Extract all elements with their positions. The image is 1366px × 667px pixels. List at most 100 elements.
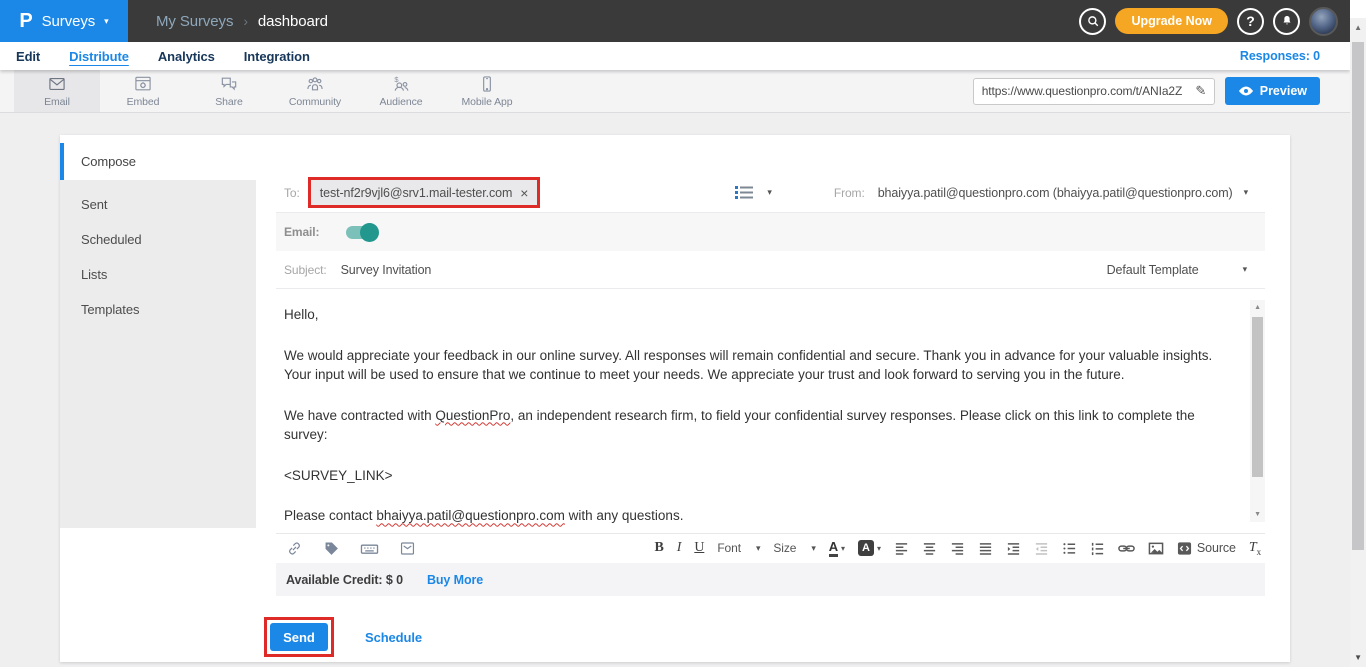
size-caret-icon: ▾ bbox=[811, 543, 815, 554]
credit-bar: Available Credit: $ 0 Buy More bbox=[276, 563, 1265, 596]
insert-link-icon[interactable] bbox=[1118, 542, 1135, 555]
email-toggle-row: Email: bbox=[276, 213, 1265, 251]
send-row: Send Schedule bbox=[276, 617, 1265, 657]
top-header: P Surveys ▾ My Surveys › dashboard Upgra… bbox=[0, 0, 1350, 42]
align-justify-icon[interactable] bbox=[978, 541, 993, 556]
breadcrumb-my-surveys[interactable]: My Surveys bbox=[156, 13, 233, 30]
scroll-up-icon[interactable]: ▲ bbox=[1250, 304, 1265, 311]
buy-more-link[interactable]: Buy More bbox=[427, 573, 483, 587]
from-address[interactable]: bhaiyya.patil@questionpro.com (bhaiyya.p… bbox=[878, 186, 1233, 200]
tab-analytics[interactable]: Analytics bbox=[158, 49, 215, 64]
paid-audience-icon: $ bbox=[391, 74, 411, 94]
numbered-list-icon[interactable] bbox=[1090, 541, 1105, 556]
sidebar-group: Sent Scheduled Lists Templates bbox=[60, 180, 256, 528]
sidebar-item-label: Templates bbox=[81, 302, 139, 317]
preview-button[interactable]: Preview bbox=[1225, 77, 1320, 105]
remove-format-button[interactable]: Tx bbox=[1249, 541, 1261, 557]
survey-url-input[interactable]: https://www.questionpro.com/t/ANIa2Z bbox=[974, 84, 1188, 98]
recipient-email: test-nf2r9vjl6@srv1.mail-tester.com bbox=[320, 186, 513, 200]
sidebar-item-label: Lists bbox=[81, 267, 107, 282]
scroll-down-icon[interactable]: ▼ bbox=[1250, 511, 1265, 518]
template-dropdown[interactable]: Default Template bbox=[1107, 263, 1199, 277]
page-scrollbar-thumb[interactable] bbox=[1352, 42, 1364, 550]
editor-scrollbar-thumb[interactable] bbox=[1252, 317, 1263, 477]
page-scrollbar-track[interactable]: ▲ ▼ bbox=[1350, 18, 1366, 667]
insert-survey-link-icon[interactable] bbox=[286, 540, 303, 557]
user-avatar[interactable] bbox=[1309, 7, 1338, 36]
email-toggle-label: Email: bbox=[284, 225, 319, 239]
notifications-button[interactable] bbox=[1273, 8, 1300, 35]
email-template-icon[interactable] bbox=[399, 540, 416, 557]
merge-tag-icon[interactable] bbox=[323, 540, 340, 557]
tab-edit[interactable]: Edit bbox=[16, 49, 40, 64]
recipient-list-button[interactable] bbox=[735, 185, 754, 200]
preview-label: Preview bbox=[1260, 84, 1307, 98]
text-color-button[interactable]: A▾ bbox=[829, 540, 845, 557]
tab-distribute[interactable]: Distribute bbox=[69, 49, 129, 64]
align-center-icon[interactable] bbox=[922, 541, 937, 556]
channel-community[interactable]: Community bbox=[272, 70, 358, 112]
body-paragraph-3: Please contact bhaiyya.patil@questionpro… bbox=[284, 506, 1229, 526]
subject-input[interactable]: Survey Invitation bbox=[341, 263, 432, 277]
edit-url-pencil-icon[interactable]: ✎ bbox=[1188, 83, 1214, 99]
sidebar-item-lists[interactable]: Lists bbox=[60, 257, 256, 292]
insert-image-icon[interactable] bbox=[1148, 541, 1164, 556]
sidebar-item-templates[interactable]: Templates bbox=[60, 292, 256, 327]
contact-email-link[interactable]: bhaiyya.patil@questionpro.com bbox=[376, 508, 565, 523]
upgrade-now-button[interactable]: Upgrade Now bbox=[1115, 8, 1228, 34]
channel-embed[interactable]: Embed bbox=[100, 70, 186, 112]
align-right-icon[interactable] bbox=[950, 541, 965, 556]
questionpro-link[interactable]: QuestionPro bbox=[435, 408, 510, 423]
body-greeting: Hello, bbox=[284, 305, 1229, 325]
channel-audience[interactable]: $ Audience bbox=[358, 70, 444, 112]
template-caret[interactable]: ▾ bbox=[1243, 264, 1247, 275]
distribute-channel-bar: Email Embed Share Community $ Audience M… bbox=[0, 70, 1350, 113]
page-scroll-up-icon[interactable]: ▲ bbox=[1350, 23, 1366, 32]
body-text: with any questions. bbox=[565, 508, 684, 523]
channel-mobile-app[interactable]: Mobile App bbox=[444, 70, 530, 112]
sidebar-item-scheduled[interactable]: Scheduled bbox=[60, 222, 256, 257]
annotation-highlight-send: Send bbox=[264, 617, 334, 657]
recipient-chip[interactable]: test-nf2r9vjl6@srv1.mail-tester.com × bbox=[311, 180, 538, 205]
recipient-options-caret[interactable]: ▾ bbox=[767, 187, 771, 198]
align-left-icon[interactable] bbox=[894, 541, 909, 556]
mobile-phone-icon bbox=[477, 74, 497, 94]
channel-share[interactable]: Share bbox=[186, 70, 272, 112]
page-scrollbar[interactable]: ▲ ▼ bbox=[1350, 0, 1366, 667]
indent-icon[interactable] bbox=[1006, 541, 1021, 556]
size-dropdown[interactable]: Size▾ bbox=[773, 541, 815, 555]
email-toggle[interactable] bbox=[346, 226, 376, 239]
sidebar-item-label: Compose bbox=[81, 154, 136, 169]
remove-recipient-icon[interactable]: × bbox=[520, 186, 528, 200]
body-paragraph-1: We would appreciate your feedback in our… bbox=[284, 346, 1229, 385]
background-color-button[interactable]: A▾ bbox=[858, 540, 881, 556]
bulleted-list-icon[interactable] bbox=[1062, 541, 1077, 556]
search-button[interactable] bbox=[1079, 8, 1106, 35]
sidebar-item-sent[interactable]: Sent bbox=[60, 187, 256, 222]
channel-label: Community bbox=[289, 96, 341, 108]
source-button[interactable]: Source bbox=[1177, 541, 1236, 556]
channel-email[interactable]: Email bbox=[14, 70, 100, 112]
section-tabbar: Edit Distribute Analytics Integration Re… bbox=[0, 42, 1350, 70]
from-dropdown-caret[interactable]: ▾ bbox=[1244, 187, 1248, 198]
body-text: Please contact bbox=[284, 508, 376, 523]
schedule-link[interactable]: Schedule bbox=[365, 630, 422, 645]
envelope-icon bbox=[47, 74, 67, 94]
page-scroll-down-icon[interactable]: ▼ bbox=[1350, 653, 1366, 662]
keyboard-icon[interactable] bbox=[360, 540, 379, 557]
outdent-icon[interactable] bbox=[1034, 541, 1049, 556]
email-body-editor[interactable]: Hello, We would appreciate your feedback… bbox=[276, 289, 1265, 533]
tab-integration[interactable]: Integration bbox=[244, 49, 310, 64]
editor-scrollbar[interactable]: ▲ ▼ bbox=[1250, 300, 1265, 522]
font-dropdown[interactable]: Font▾ bbox=[717, 541, 760, 555]
help-button[interactable]: ? bbox=[1237, 8, 1264, 35]
surveys-product-menu[interactable]: P Surveys ▾ bbox=[0, 0, 128, 42]
to-row: To: test-nf2r9vjl6@srv1.mail-tester.com … bbox=[276, 173, 1265, 213]
bold-button[interactable]: B bbox=[655, 541, 664, 555]
italic-button[interactable]: I bbox=[677, 541, 682, 555]
send-button[interactable]: Send bbox=[270, 623, 328, 651]
subject-label: Subject: bbox=[284, 263, 327, 277]
sidebar-item-compose[interactable]: Compose bbox=[60, 143, 256, 180]
underline-button[interactable]: U bbox=[694, 541, 704, 555]
responses-count[interactable]: Responses: 0 bbox=[1240, 49, 1320, 63]
